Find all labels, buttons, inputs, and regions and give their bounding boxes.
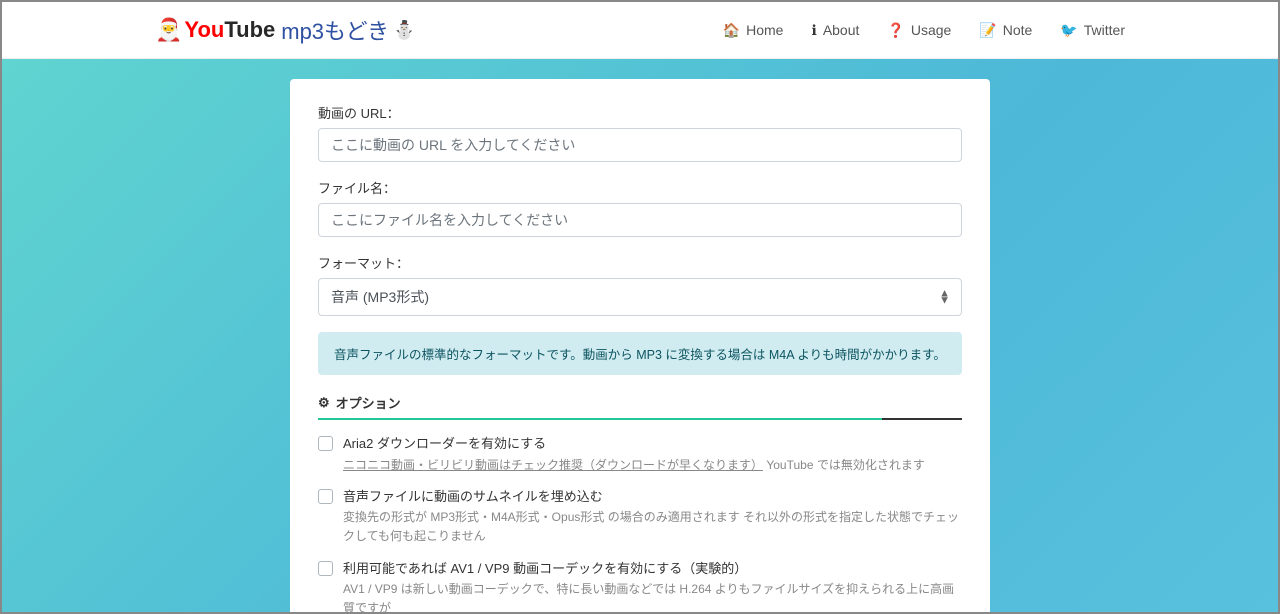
option-codec-checkbox[interactable]	[318, 561, 333, 576]
main-background: 動画の URL： ファイル名： フォーマット： 音声 (MP3形式) ▲▼	[2, 59, 1278, 612]
gear-icon: ⚙	[318, 395, 330, 411]
nav-home[interactable]: 🏠 Home	[723, 22, 784, 39]
option-thumbnail: 音声ファイルに動画のサムネイルを埋め込む 変換先の形式が MP3形式・M4A形式…	[318, 487, 962, 547]
format-group: フォーマット： 音声 (MP3形式) ▲▼	[318, 253, 962, 316]
filename-label: ファイル名：	[318, 178, 962, 197]
option-desc: AV1 / VP9 は新しい動画コーデックで、特に長い動画などでは H.264 …	[343, 580, 962, 612]
nav-twitter[interactable]: 🐦 Twitter	[1060, 22, 1125, 39]
main-form-card: 動画の URL： ファイル名： フォーマット： 音声 (MP3形式) ▲▼	[290, 79, 990, 612]
filename-group: ファイル名：	[318, 178, 962, 237]
nav-note[interactable]: 📝 Note	[979, 22, 1032, 39]
site-logo[interactable]: 🎅 YouTube mp3もどき ⛄	[155, 14, 415, 46]
options-header-label: オプション	[336, 393, 401, 412]
nav-label: Note	[1003, 22, 1033, 38]
twitter-icon: 🐦	[1060, 22, 1077, 39]
option-aria2: Aria2 ダウンローダーを有効にする ニコニコ動画・ビリビリ動画はチェック推奨…	[318, 434, 962, 475]
nav-usage[interactable]: ❓ Usage	[887, 22, 951, 39]
home-icon: 🏠	[723, 22, 740, 39]
filename-input[interactable]	[318, 203, 962, 237]
header: 🎅 YouTube mp3もどき ⛄ 🏠 Home ℹ About ❓	[2, 2, 1278, 59]
nav-label: Usage	[911, 22, 951, 38]
option-thumbnail-checkbox[interactable]	[318, 489, 333, 504]
option-desc-link[interactable]: ニコニコ動画・ビリビリ動画はチェック推奨（ダウンロードが早くなります）	[343, 458, 763, 472]
nav-label: About	[823, 22, 860, 38]
info-icon: ℹ	[811, 22, 816, 39]
option-desc: ニコニコ動画・ビリビリ動画はチェック推奨（ダウンロードが早くなります） YouT…	[343, 456, 962, 475]
logo-tube: Tube	[224, 17, 275, 43]
note-icon: 📝	[979, 22, 996, 39]
option-codec: 利用可能であれば AV1 / VP9 動画コーデックを有効にする（実験的） AV…	[318, 559, 962, 612]
main-nav: 🏠 Home ℹ About ❓ Usage 📝 Note	[723, 22, 1125, 39]
help-icon: ❓	[887, 22, 904, 39]
option-desc-rest: YouTube では無効化されます	[763, 458, 925, 472]
url-group: 動画の URL：	[318, 103, 962, 162]
format-info-box: 音声ファイルの標準的なフォーマットです。動画から MP3 に変換する場合は M4…	[318, 332, 962, 375]
format-selected-value: 音声 (MP3形式)	[331, 289, 429, 305]
nav-label: Home	[746, 22, 783, 38]
option-title: 利用可能であれば AV1 / VP9 動画コーデックを有効にする（実験的）	[343, 559, 962, 579]
format-label: フォーマット：	[318, 253, 962, 272]
option-desc: 変換先の形式が MP3形式・M4A形式・Opus形式 の場合のみ適用されます そ…	[343, 508, 962, 546]
snowman-icon: ⛄	[393, 20, 415, 41]
nav-label: Twitter	[1084, 22, 1125, 38]
url-label: 動画の URL：	[318, 103, 962, 122]
logo-mp3: mp3もどき	[281, 14, 389, 46]
option-aria2-checkbox[interactable]	[318, 436, 333, 451]
nav-about[interactable]: ℹ About	[811, 22, 859, 39]
logo-you: You	[184, 17, 224, 43]
url-input[interactable]	[318, 128, 962, 162]
santa-hat-icon: 🎅	[155, 17, 182, 43]
option-title: 音声ファイルに動画のサムネイルを埋め込む	[343, 487, 962, 507]
option-title: Aria2 ダウンローダーを有効にする	[343, 434, 962, 454]
options-header: ⚙ オプション	[318, 393, 962, 420]
format-select[interactable]: 音声 (MP3形式)	[318, 278, 962, 316]
